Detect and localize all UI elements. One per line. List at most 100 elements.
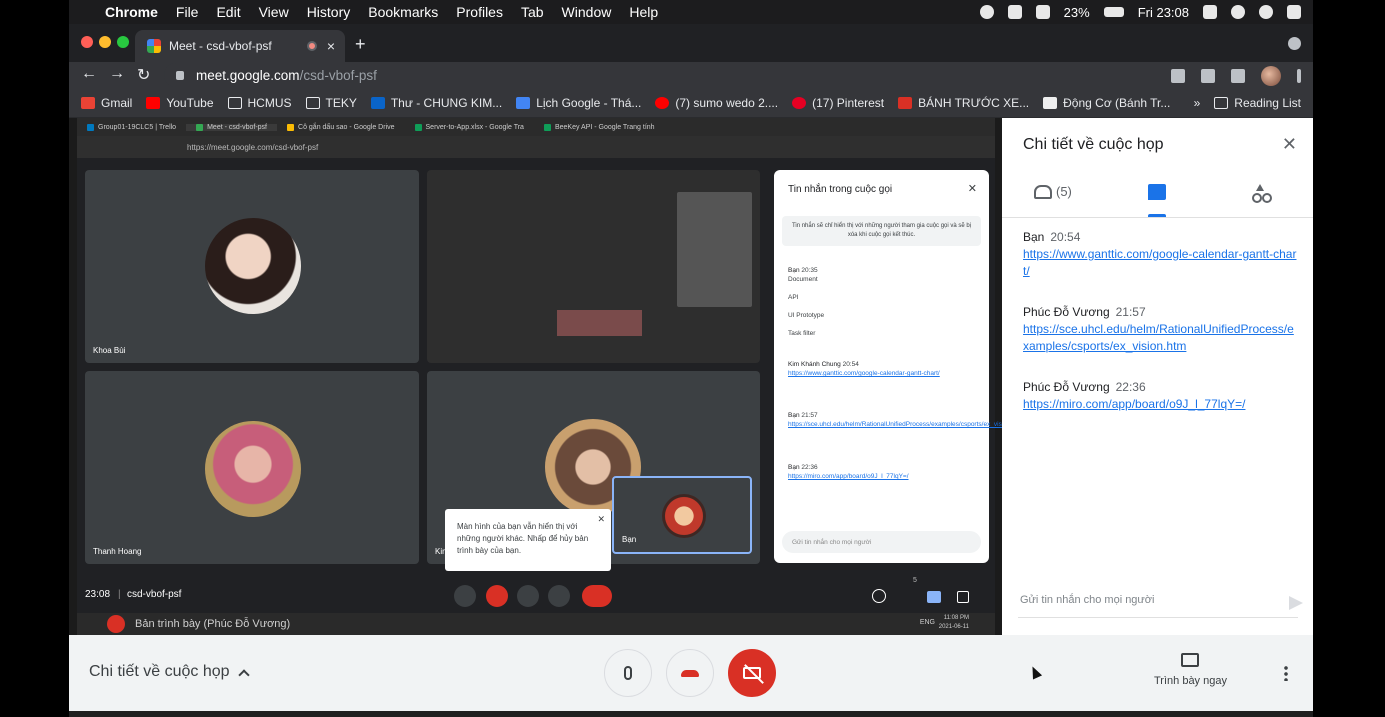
youtube-icon [655,96,670,109]
spotlight-icon[interactable] [1231,5,1245,19]
message-link[interactable]: https://sce.uhcl.edu/helm/RationalUnifie… [1023,321,1298,355]
bookmark-star-icon[interactable] [1201,69,1215,83]
bookmark-youtube-sumo[interactable]: (7) sumo wedo 2.... [655,96,778,110]
bookmark-pinterest[interactable]: (17) Pinterest [792,96,884,110]
activities-icon[interactable] [957,591,969,603]
menu-profiles[interactable]: Profiles [456,4,503,20]
zoom-window-button[interactable] [117,36,129,48]
msg-link[interactable]: https://sce.uhcl.edu/helm/RationalUnifie… [788,420,1002,429]
send-icon[interactable] [1289,596,1303,610]
menu-edit[interactable]: Edit [216,4,240,20]
bookmark-teky[interactable]: TEKY [305,96,357,110]
msg-link[interactable]: https://www.ganttic.com/google-calendar-… [788,369,978,378]
more-options-icon[interactable] [1284,665,1288,681]
inner-chat-input[interactable]: Gửi tin nhắn cho mọi người [782,531,981,553]
wifi-icon[interactable] [1035,5,1050,19]
more-icon[interactable] [548,585,570,607]
close-window-button[interactable] [81,36,93,48]
inner-msg: Bạn 20:35 Document API UI Prototype Task… [788,266,824,338]
toast-text: Màn hình của bạn vẫn hiển thị với những … [457,522,589,555]
inner-tab-label: BeeKey API - Google Trang tính [554,123,655,131]
profile-avatar[interactable] [1261,66,1281,86]
menu-window[interactable]: Window [562,4,612,20]
bookmark-banh-truoc[interactable]: BÁNH TRƯỚC XE... [898,96,1029,110]
menu-view[interactable]: View [259,4,289,20]
clock[interactable]: Fri 23:08 [1138,5,1189,20]
menu-file[interactable]: File [176,4,199,20]
bookmark-dong-co[interactable]: Động Cơ (Bánh Tr... [1043,96,1170,110]
minimize-window-button[interactable] [99,36,111,48]
people-icon[interactable] [899,587,915,603]
inner-tab-sheets-2[interactable]: BeeKey API - Google Trang tính [534,123,665,131]
meet-control-bar: Chi tiết về cuộc họp Trình bày ngay [69,635,1313,711]
screen-icon[interactable] [1007,5,1022,19]
tab-people[interactable]: (5) [1034,184,1072,199]
close-icon[interactable]: ✕ [968,182,977,195]
battery-icon[interactable] [1103,7,1124,17]
menu-help[interactable]: Help [629,4,658,20]
camera-button[interactable] [728,649,776,697]
tab-meet[interactable]: Meet - csd-vbof-psf × [135,30,345,62]
menu-history[interactable]: History [307,4,351,20]
close-tab-icon[interactable]: × [327,38,335,54]
record-icon[interactable] [979,5,994,19]
new-tab-icon[interactable]: + [355,34,366,55]
message-sender: Phúc Đỗ Vương [1023,305,1110,319]
menu-tab[interactable]: Tab [521,4,544,20]
mic-button[interactable] [604,649,652,697]
reload-icon[interactable]: ↻ [137,65,150,85]
sheets-icon [543,123,551,131]
close-icon[interactable]: ✕ [597,513,605,525]
hangup-icon[interactable] [582,585,612,607]
info-icon[interactable] [872,589,886,603]
active-tab-indicator [1148,214,1166,217]
forward-icon[interactable]: → [109,65,125,83]
bookmark-label: BÁNH TRƯỚC XE... [918,95,1030,110]
present-icon[interactable] [517,585,539,607]
bookmark-outlook[interactable]: Thư - CHUNG KIM... [370,96,502,110]
tab-activities[interactable] [1252,184,1268,203]
reading-list[interactable]: Reading List [1214,96,1301,110]
meeting-details-toggle[interactable]: Chi tiết về cuộc họp [89,663,250,681]
siri-icon[interactable] [1259,5,1273,19]
control-center-icon[interactable] [1287,5,1301,19]
bookmark-label: YouTube [166,95,214,110]
inner-tab-drive[interactable]: Cô gắn dấu sao - Google Drive [277,123,405,131]
address-bar[interactable]: meet.google.com /csd-vbof-psf [164,63,1214,87]
bookmark-calendar[interactable]: Lịch Google - Thá... [516,96,641,110]
gmail-icon [81,96,95,109]
extensions-icon[interactable] [1231,69,1245,83]
inner-tab-label: Server-to-App.xlsx - Google Tra [425,123,524,131]
inner-tab-sheets[interactable]: Server-to-App.xlsx - Google Tra [405,123,534,131]
input-source-icon[interactable] [1203,5,1217,19]
inner-tab-trello[interactable]: Group01-19CLC5 | Trello [77,123,186,131]
hangup-button[interactable] [666,649,714,697]
msg-link[interactable]: https://miro.com/app/board/o9J_l_77lqY=/ [788,472,978,481]
bookmark-gmail[interactable]: Gmail [81,96,132,110]
chat-icon[interactable] [927,591,941,603]
bookmark-youtube[interactable]: YouTube [146,95,214,110]
close-icon[interactable]: ✕ [1282,134,1297,155]
tab-search-icon[interactable] [1288,37,1301,50]
details-tabs: (5) [1002,170,1313,218]
chat-input[interactable]: Gửi tin nhắn cho mọi người [1018,594,1298,618]
tab-chat[interactable] [1148,184,1166,200]
camera-icon[interactable] [1171,69,1185,83]
lock-icon[interactable] [176,70,184,80]
presentation-toast[interactable]: Màn hình của bạn vẫn hiển thị với những … [445,509,611,571]
bookmarks-overflow[interactable]: » [1194,96,1201,110]
menu-dots-icon[interactable] [1297,69,1301,83]
bookmark-hcmus[interactable]: HCMUS [227,96,292,110]
inner-tab-meet[interactable]: Meet - csd-vbof-psf [186,123,278,131]
menu-app-name[interactable]: Chrome [105,4,158,20]
message-link[interactable]: https://www.ganttic.com/google-calendar-… [1023,246,1298,280]
back-icon[interactable]: ← [81,65,97,83]
present-icon [1181,653,1200,667]
message-link[interactable]: https://miro.com/app/board/o9J_l_77lqY=/ [1023,396,1298,413]
mic-icon[interactable] [454,585,476,607]
mute-icon[interactable] [107,615,125,633]
camera-off-icon[interactable] [486,585,508,607]
menu-bookmarks[interactable]: Bookmarks [368,4,438,20]
present-now-button[interactable]: Trình bày ngay [1154,653,1227,687]
presentation-thumb [677,192,752,307]
